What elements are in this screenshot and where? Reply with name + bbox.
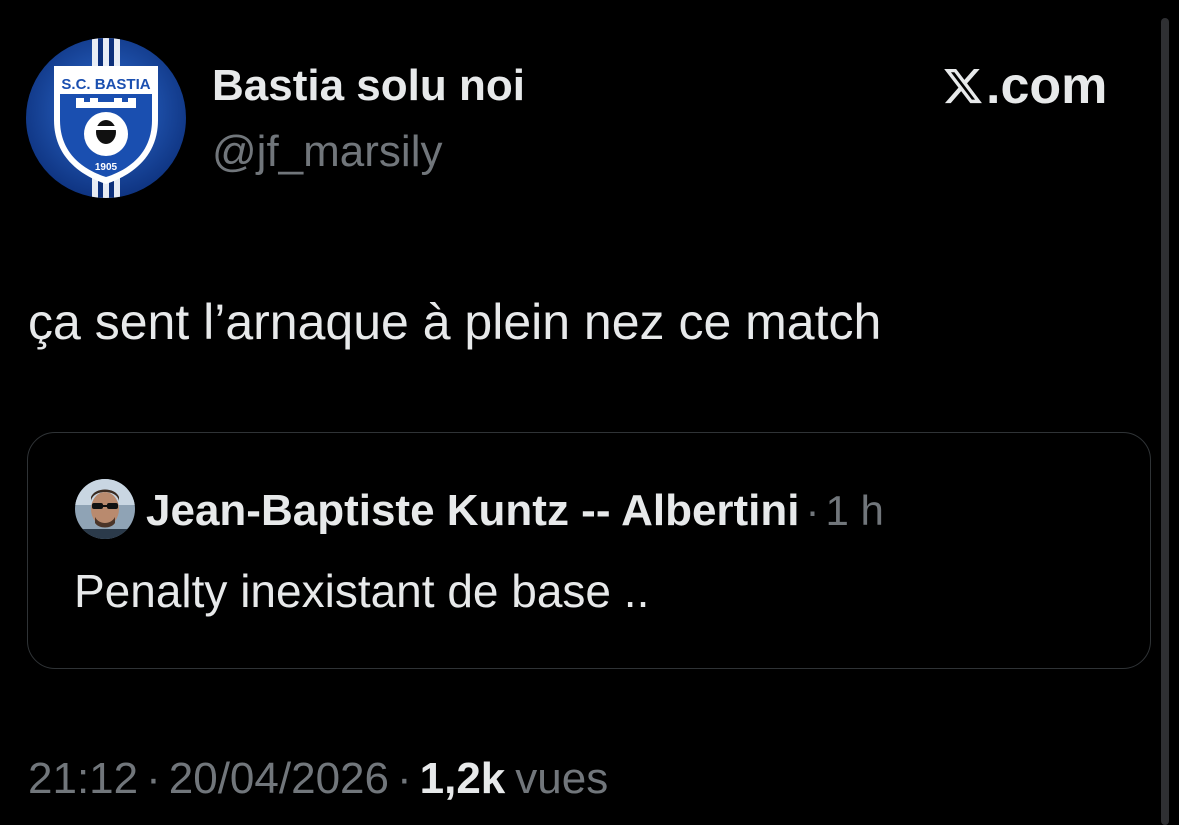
tweet-date[interactable]: 20/04/2026 — [169, 754, 389, 804]
meta-separator: · — [146, 754, 161, 803]
quoted-author-name[interactable]: Jean-Baptiste Kuntz -- Albertini — [146, 486, 800, 536]
scrollbar[interactable] — [1161, 18, 1169, 825]
quoted-tweet-card[interactable]: Jean-Baptiste Kuntz -- Albertini · 1 h P… — [27, 432, 1151, 669]
x-logo-icon — [944, 68, 982, 104]
author-handle[interactable]: @jf_marsily — [212, 126, 442, 178]
quoted-author-avatar[interactable] — [75, 479, 135, 539]
sc-bastia-crest-icon: S.C. BASTIA 1905 — [26, 38, 186, 198]
quoted-text: Penalty inexistant de base .. — [74, 565, 650, 617]
quoted-header: Jean-Baptiste Kuntz -- Albertini · 1 h — [146, 483, 884, 539]
views-count[interactable]: 1,2k — [420, 754, 506, 804]
meta-separator: · — [396, 754, 412, 803]
quoted-separator: · — [805, 487, 820, 534]
x-brand: .com — [942, 58, 1107, 114]
author-display-name[interactable]: Bastia solu noi — [212, 60, 525, 112]
profile-photo-icon — [75, 479, 135, 539]
brand-text: .com — [986, 57, 1108, 115]
author-avatar[interactable]: S.C. BASTIA 1905 — [26, 38, 186, 198]
tweet-meta: 21:12 · 20/04/2026 · 1,2k vues — [28, 750, 608, 808]
quoted-time[interactable]: 1 h — [826, 487, 884, 535]
views-label: vues — [515, 754, 609, 803]
tweet-time[interactable]: 21:12 — [28, 754, 138, 804]
tweet-text: ça sent l’arnaque à plein nez ce match — [28, 294, 882, 350]
avatar-badge-year: 1905 — [95, 162, 118, 173]
avatar-badge-text: S.C. BASTIA — [61, 76, 150, 93]
